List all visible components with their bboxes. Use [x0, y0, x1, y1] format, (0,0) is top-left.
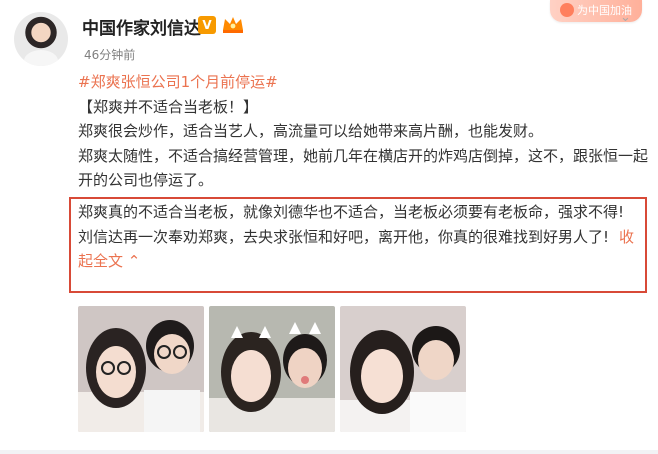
chevron-down-icon[interactable]: ⌄	[620, 10, 631, 25]
post-body: #郑爽张恒公司1个月前停运# 【郑爽并不适合当老板！】 郑爽很会炒作，适合当艺人…	[78, 70, 648, 193]
chevron-up-icon: ⌃	[127, 252, 141, 270]
member-crown-icon	[223, 17, 243, 33]
post-paragraph: 郑爽太随性，不适合搞经营管理，她前几年在横店开的炸鸡店倒掉，这不，跟张恒一起开的…	[78, 146, 649, 190]
photo-image	[340, 306, 466, 432]
post-photo-2[interactable]	[209, 306, 335, 432]
photo-image	[78, 306, 204, 432]
hashtag-link[interactable]: #郑爽张恒公司1个月前停运#	[78, 70, 648, 95]
photo-image	[209, 306, 335, 432]
post-paragraph: 郑爽真的不适合当老板，就像刘德华也不适合，当老板必须要有老板命，强求不得!	[78, 203, 625, 221]
promo-emblem-icon	[560, 3, 574, 17]
avatar[interactable]	[14, 12, 68, 66]
post-photo-1[interactable]	[78, 306, 204, 432]
post-paragraph: 刘信达再一次奉劝郑爽，去央求张恒和好吧，离开他，你真的很难找到好男人了!	[78, 227, 610, 246]
post-photo-3[interactable]	[340, 306, 466, 432]
highlighted-section: 郑爽真的不适合当老板，就像刘德华也不适合，当老板必须要有老板命，强求不得! 刘信…	[78, 200, 644, 274]
username[interactable]: 中国作家刘信达	[82, 14, 201, 39]
divider	[0, 450, 658, 454]
post-paragraph: 【郑爽并不适合当老板！】	[78, 97, 259, 116]
post-paragraph: 郑爽很会炒作，适合当艺人，高流量可以给她带来高片酬，也能发财。	[78, 122, 544, 140]
verified-badge-icon: V	[198, 16, 216, 34]
timestamp: 46分钟前	[84, 48, 136, 62]
